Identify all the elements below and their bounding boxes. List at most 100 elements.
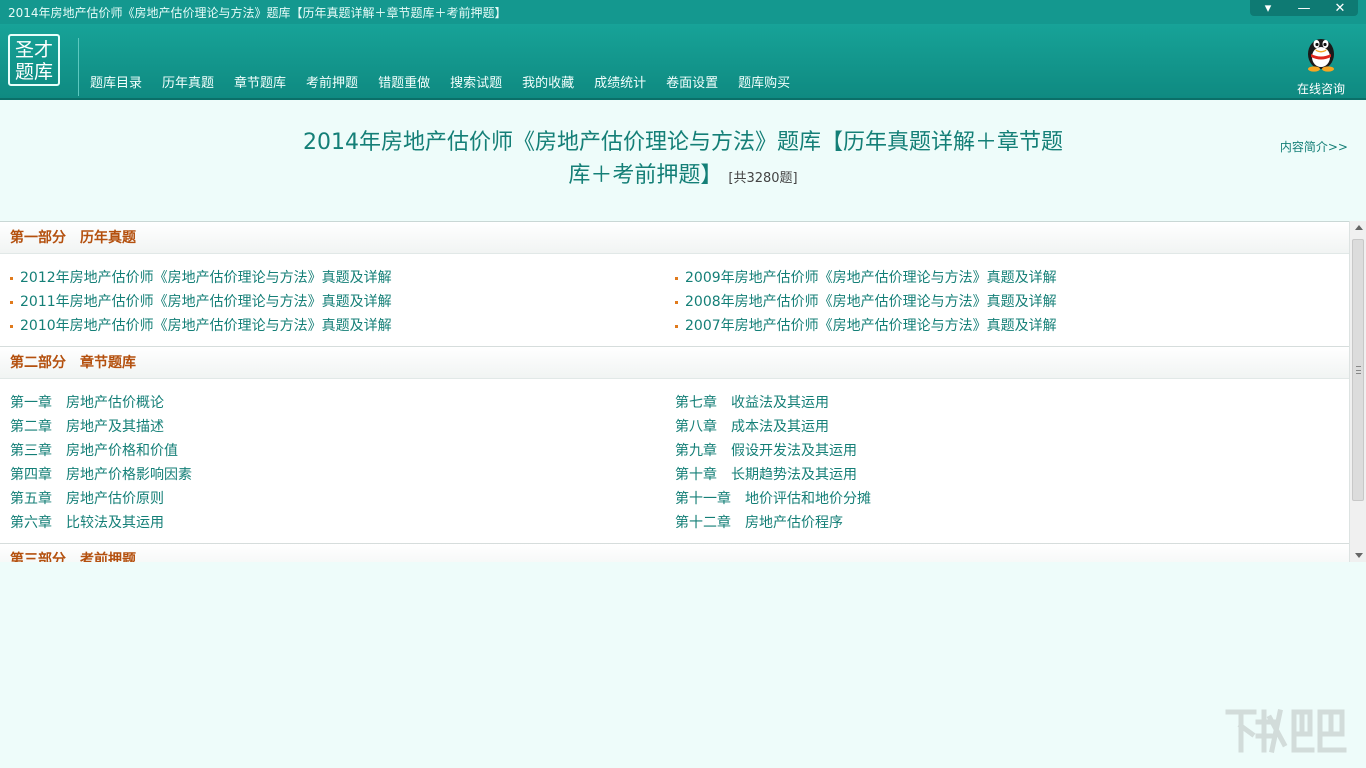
intro-link[interactable]: 内容简介>> — [1280, 138, 1348, 155]
nav-item-redo-mistakes[interactable]: 错题重做 — [368, 74, 440, 94]
nav-item-catalog[interactable]: 题库目录 — [80, 74, 152, 94]
nav-item-favorites[interactable]: 我的收藏 — [512, 74, 584, 94]
chapter-title: 房地产估价程序 — [745, 515, 843, 531]
past-exam-link-text: 2011年房地产估价师《房地产估价理论与方法》真题及详解 — [20, 294, 392, 310]
section-part-label: 第二部分 — [10, 355, 66, 371]
online-consult-button[interactable]: 在线咨询 — [1290, 32, 1352, 97]
bullet-icon — [10, 300, 13, 304]
past-exam-link-text: 2009年房地产估价师《房地产估价理论与方法》真题及详解 — [685, 270, 1057, 286]
section-header-past-exams: 第一部分 历年真题 — [0, 222, 1349, 254]
close-icon[interactable]: ✕ — [1322, 0, 1358, 16]
chapter-number: 第七章 — [675, 395, 717, 411]
past-exam-link-text: 2008年房地产估价师《房地产估价理论与方法》真题及详解 — [685, 294, 1057, 310]
section-part-label: 第三部分 — [10, 552, 66, 562]
logo-line-2: 题库 — [14, 61, 53, 83]
chapter-title: 长期趋势法及其运用 — [731, 467, 857, 483]
logo-line-1: 圣才 — [14, 39, 53, 61]
chapter-link[interactable]: 第九章 假设开发法及其运用 — [665, 439, 1349, 463]
minimize-icon[interactable]: — — [1286, 0, 1322, 16]
past-exam-link[interactable]: 2009年房地产估价师《房地产估价理论与方法》真题及详解 — [665, 266, 1349, 290]
section-name: 考前押题 — [80, 552, 136, 562]
chapter-title: 比较法及其运用 — [66, 515, 164, 531]
chapter-link[interactable]: 第六章 比较法及其运用 — [0, 511, 665, 535]
chapter-link[interactable]: 第八章 成本法及其运用 — [665, 415, 1349, 439]
chapter-title: 房地产价格影响因素 — [66, 467, 192, 483]
chapter-number: 第十一章 — [675, 491, 731, 507]
chapter-link[interactable]: 第二章 房地产及其描述 — [0, 415, 665, 439]
scroll-down-arrow-icon[interactable] — [1355, 553, 1363, 558]
scroll-up-arrow-icon[interactable] — [1355, 225, 1363, 230]
chapter-link[interactable]: 第七章 收益法及其运用 — [665, 391, 1349, 415]
scrollbar-thumb[interactable] — [1352, 239, 1364, 501]
nav-item-pre-exam[interactable]: 考前押题 — [296, 74, 368, 94]
chapter-link[interactable]: 第三章 房地产价格和价值 — [0, 439, 665, 463]
chapter-link[interactable]: 第十章 长期趋势法及其运用 — [665, 463, 1349, 487]
question-count: [共3280题] — [728, 171, 798, 186]
title-bar: 2014年房地产估价师《房地产估价理论与方法》题库【历年真题详解＋章节题库＋考前… — [0, 0, 1366, 24]
chapter-number: 第八章 — [675, 419, 717, 435]
page-title-line-2-wrap: 库＋考前押题】 [共3280题] — [290, 159, 1076, 195]
online-consult-label: 在线咨询 — [1296, 82, 1345, 96]
bullet-icon — [10, 324, 13, 328]
chapter-title: 房地产及其描述 — [66, 419, 164, 435]
grip-icon — [1356, 366, 1361, 374]
chapter-link[interactable]: 第十一章 地价评估和地价分摊 — [665, 487, 1349, 511]
menu-dropdown-icon[interactable]: ▾ — [1250, 0, 1286, 16]
chapter-title: 房地产价格和价值 — [66, 443, 178, 459]
chapter-title: 地价评估和地价分摊 — [745, 491, 871, 507]
chapter-link[interactable]: 第十二章 房地产估价程序 — [665, 511, 1349, 535]
chapter-title: 假设开发法及其运用 — [731, 443, 857, 459]
nav-item-search[interactable]: 搜索试题 — [440, 74, 512, 94]
past-exam-link-text: 2007年房地产估价师《房地产估价理论与方法》真题及详解 — [685, 318, 1057, 334]
past-exam-link[interactable]: 2010年房地产估价师《房地产估价理论与方法》真题及详解 — [0, 314, 665, 338]
past-exams-list: 2012年房地产估价师《房地产估价理论与方法》真题及详解 2011年房地产估价师… — [0, 254, 1349, 347]
chapter-number: 第三章 — [10, 443, 52, 459]
past-exam-link[interactable]: 2011年房地产估价师《房地产估价理论与方法》真题及详解 — [0, 290, 665, 314]
chapter-link[interactable]: 第一章 房地产估价概论 — [0, 391, 665, 415]
chapter-title: 成本法及其运用 — [731, 419, 829, 435]
chapter-link[interactable]: 第五章 房地产估价原则 — [0, 487, 665, 511]
qq-penguin-icon — [1308, 39, 1334, 72]
chapter-title: 房地产估价概论 — [66, 395, 164, 411]
nav-item-chapter-bank[interactable]: 章节题库 — [224, 74, 296, 94]
content-panel: 第一部分 历年真题 2012年房地产估价师《房地产估价理论与方法》真题及详解 20… — [0, 221, 1349, 562]
bullet-icon — [10, 276, 13, 280]
app-header: 圣才 题库 题库目录 历年真题 章节题库 考前押题 错题重做 搜索试题 我的收藏… — [0, 24, 1366, 100]
window-title: 2014年房地产估价师《房地产估价理论与方法》题库【历年真题详解＋章节题库＋考前… — [8, 6, 507, 20]
section-header-pre-exam: 第三部分 考前押题 — [0, 544, 1349, 562]
page-title-line-2: 库＋考前押题】 — [568, 163, 723, 188]
chapter-list: 第一章 房地产估价概论 第二章 房地产及其描述 第三章 房地产价格和价值 第四章 房地产… — [0, 379, 1349, 544]
past-exams-left-column: 2012年房地产估价师《房地产估价理论与方法》真题及详解 2011年房地产估价师… — [0, 266, 665, 338]
chapter-title: 收益法及其运用 — [731, 395, 829, 411]
past-exam-link[interactable]: 2012年房地产估价师《房地产估价理论与方法》真题及详解 — [0, 266, 665, 290]
chapter-link[interactable]: 第四章 房地产价格影响因素 — [0, 463, 665, 487]
page-title-line-1: 2014年房地产估价师《房地产估价理论与方法》题库【历年真题详解＋章节题 — [303, 130, 1063, 155]
chapter-number: 第一章 — [10, 395, 52, 411]
chapter-number: 第九章 — [675, 443, 717, 459]
section-name: 历年真题 — [80, 230, 136, 246]
chapter-right-column: 第七章 收益法及其运用 第八章 成本法及其运用 第九章 假设开发法及其运用 第十章 长期… — [665, 391, 1349, 535]
page-title: 2014年房地产估价师《房地产估价理论与方法》题库【历年真题详解＋章节题 库＋考… — [290, 126, 1076, 195]
past-exam-link[interactable]: 2008年房地产估价师《房地产估价理论与方法》真题及详解 — [665, 290, 1349, 314]
bullet-icon — [675, 324, 678, 328]
nav-item-stats[interactable]: 成绩统计 — [584, 74, 656, 94]
chapter-number: 第六章 — [10, 515, 52, 531]
main-nav: 题库目录 历年真题 章节题库 考前押题 错题重做 搜索试题 我的收藏 成绩统计 … — [80, 74, 800, 94]
section-part-label: 第一部分 — [10, 230, 66, 246]
past-exam-link[interactable]: 2007年房地产估价师《房地产估价理论与方法》真题及详解 — [665, 314, 1349, 338]
chapter-number: 第十章 — [675, 467, 717, 483]
window-controls: ▾ — ✕ — [1250, 0, 1358, 16]
nav-item-past-exams[interactable]: 历年真题 — [152, 74, 224, 94]
chapter-number: 第五章 — [10, 491, 52, 507]
chapter-left-column: 第一章 房地产估价概论 第二章 房地产及其描述 第三章 房地产价格和价值 第四章 房地产… — [0, 391, 665, 535]
nav-item-settings[interactable]: 卷面设置 — [656, 74, 728, 94]
past-exam-link-text: 2010年房地产估价师《房地产估价理论与方法》真题及详解 — [20, 318, 392, 334]
app-logo: 圣才 题库 — [8, 34, 60, 86]
vertical-scrollbar[interactable] — [1349, 221, 1366, 562]
chapter-title: 房地产估价原则 — [66, 491, 164, 507]
watermark-logo — [1225, 709, 1347, 753]
nav-item-purchase[interactable]: 题库购买 — [728, 74, 800, 94]
section-header-chapter-bank: 第二部分 章节题库 — [0, 347, 1349, 379]
past-exams-right-column: 2009年房地产估价师《房地产估价理论与方法》真题及详解 2008年房地产估价师… — [665, 266, 1349, 338]
bullet-icon — [675, 300, 678, 304]
